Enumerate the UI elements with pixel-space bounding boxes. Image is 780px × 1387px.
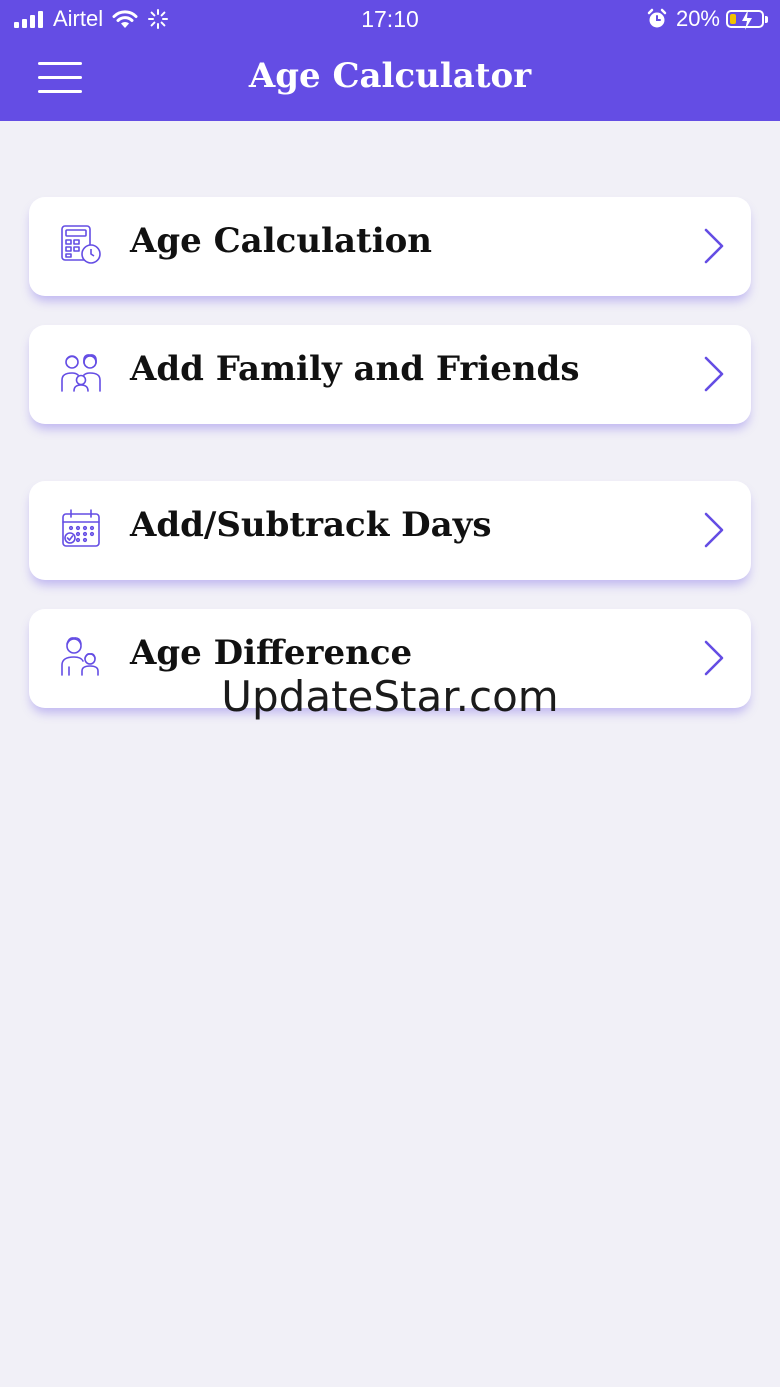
alarm-icon [647,8,667,28]
calendar-check-icon [62,509,100,547]
battery-fill [730,14,736,24]
menu-item-label: Add Family and Friends [130,349,580,389]
app-header: Airtel 17:10 20% Age Calculator [0,0,780,121]
menu-item-add-subtract-days[interactable]: Add/Subtrack Days [29,481,751,580]
watermark: UpdateStar.com [221,672,559,721]
chevron-right-icon [704,228,724,264]
status-bar: Airtel 17:10 20% [0,0,780,40]
chevron-right-icon [704,356,724,392]
charging-bolt-icon [742,10,752,30]
chevron-right-icon [704,512,724,548]
battery-percent: 20% [675,6,720,31]
family-icon [61,354,101,392]
page-title: Age Calculator [248,56,532,96]
menu-item-add-family-friends[interactable]: Add Family and Friends [29,325,751,424]
calculator-clock-icon [61,225,101,264]
menu-item-label: Age Calculation [130,221,433,261]
menu-item-label: Add/Subtrack Days [130,505,492,545]
menu-item-label: Age Difference [130,633,413,673]
menu-item-age-calculation[interactable]: Age Calculation [29,197,751,296]
battery-icon [726,10,768,30]
status-right: 20% [646,6,768,32]
